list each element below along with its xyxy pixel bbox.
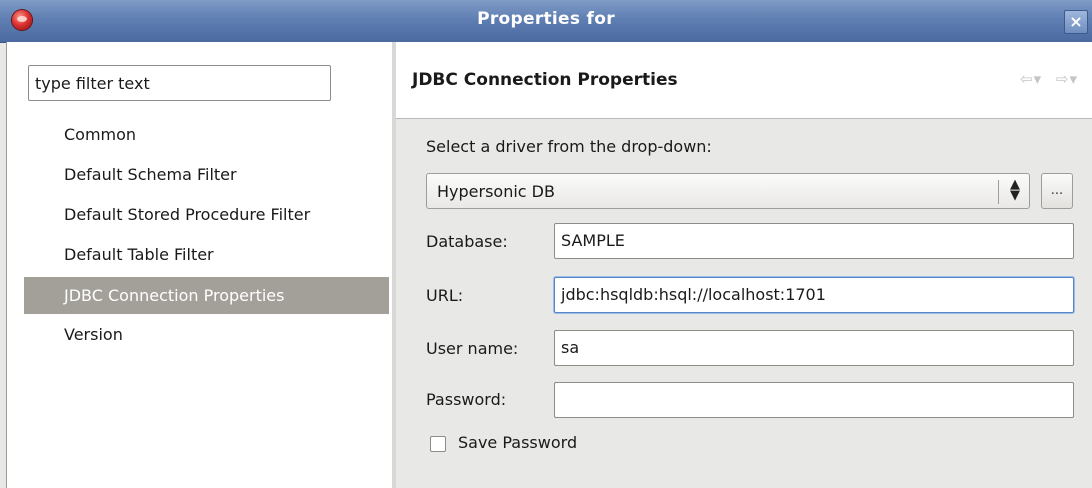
tree-item-common[interactable]: Common — [24, 116, 389, 153]
username-field[interactable]: sa — [554, 330, 1074, 366]
driver-prompt-label: Select a driver from the drop-down: — [426, 137, 712, 156]
username-label: User name: — [426, 339, 519, 358]
close-button[interactable]: × — [1064, 10, 1088, 34]
history-nav: ⇦▾ ⇨▾ — [1012, 70, 1078, 88]
driver-dropdown[interactable]: Hypersonic DB ▲ ▼ — [426, 173, 1030, 209]
browse-driver-button[interactable]: ... — [1041, 173, 1073, 209]
dropdown-spinner-icon: ▲ ▼ — [1010, 177, 1020, 203]
url-field[interactable]: jdbc:hsqldb:hsql://localhost:1701 — [554, 277, 1074, 313]
password-field[interactable] — [554, 382, 1074, 418]
back-arrow-icon[interactable]: ⇦▾ — [1020, 70, 1042, 88]
window-title: Properties for — [477, 9, 615, 29]
tree-item-default-stored-procedure-filter[interactable]: Default Stored Procedure Filter — [24, 196, 389, 233]
database-label: Database: — [426, 232, 508, 251]
page-title: JDBC Connection Properties — [412, 70, 678, 90]
password-label: Password: — [426, 390, 507, 409]
dropdown-separator — [998, 180, 999, 204]
forward-arrow-icon[interactable]: ⇨▾ — [1056, 70, 1078, 88]
page-header: JDBC Connection Properties ⇦▾ ⇨▾ — [396, 42, 1092, 119]
tree-item-version[interactable]: Version — [24, 316, 389, 353]
url-label: URL: — [426, 286, 464, 305]
save-password-label[interactable]: Save Password — [458, 433, 577, 452]
properties-form: Select a driver from the drop-down: Hype… — [396, 119, 1092, 488]
database-field[interactable]: SAMPLE — [554, 223, 1074, 259]
tree-item-default-schema-filter[interactable]: Default Schema Filter — [24, 156, 389, 193]
driver-dropdown-value: Hypersonic DB — [437, 182, 555, 201]
filter-input[interactable] — [28, 65, 331, 101]
tree-item-jdbc-connection-properties[interactable]: JDBC Connection Properties — [24, 277, 389, 314]
tree-item-default-table-filter[interactable]: Default Table Filter — [24, 236, 389, 273]
save-password-checkbox[interactable] — [430, 436, 446, 452]
window-titlebar[interactable]: Properties for × — [0, 0, 1092, 43]
